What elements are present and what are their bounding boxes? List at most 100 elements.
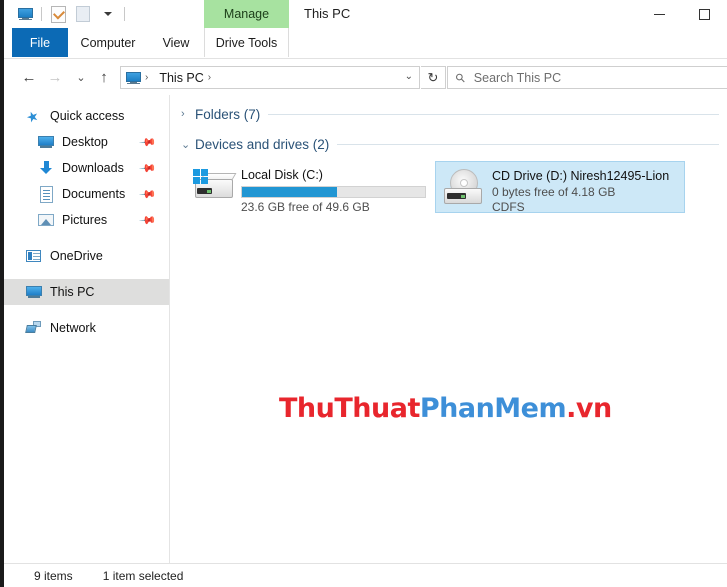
drive-tile-cd-drive-d[interactable]: CD Drive (D:) Niresh12495-Lion 0 bytes f… [435, 161, 685, 214]
window-controls [637, 0, 727, 28]
tab-drive-tools[interactable]: Drive Tools [204, 28, 289, 57]
sidebar-item-network[interactable]: Network [4, 315, 169, 341]
search-input-placeholder[interactable]: Search This PC [474, 71, 561, 85]
back-button[interactable]: ← [18, 66, 40, 88]
contextual-tab-header-label: Manage [223, 7, 270, 21]
onedrive-icon [26, 248, 42, 264]
drives-tile-list: Local Disk (C:) 23.6 GB free of 49.6 GB [171, 161, 727, 214]
quick-access-toolbar [14, 4, 127, 24]
qat-separator-2 [124, 7, 125, 21]
qat-properties-icon[interactable] [47, 4, 69, 24]
this-pc-icon [126, 70, 141, 85]
recent-locations-button[interactable]: ⌄ [70, 66, 92, 88]
this-pc-icon [26, 284, 42, 300]
title-bar: Manage This PC [4, 0, 727, 28]
sidebar-item-desktop[interactable]: Desktop 📌 [4, 129, 169, 155]
capacity-bar [241, 186, 426, 198]
status-bar: 9 items 1 item selected [4, 563, 727, 587]
tab-view-label: View [162, 35, 190, 50]
back-arrow-icon: ← [21, 68, 37, 86]
drive-info: Local Disk (C:) 23.6 GB free of 49.6 GB [241, 165, 426, 214]
sidebar-item-onedrive[interactable]: OneDrive [4, 243, 169, 269]
group-header-devices-and-drives[interactable]: ⌄ Devices and drives (2) [171, 133, 727, 155]
sidebar-item-label: Quick access [50, 109, 125, 123]
content-pane: › Folders (7) ⌄ Devices and drives (2) L… [171, 95, 727, 565]
monitor-icon [17, 7, 33, 21]
status-selection: 1 item selected [102, 568, 184, 583]
sidebar-item-this-pc[interactable]: This PC [4, 279, 169, 305]
tab-file[interactable]: File [12, 28, 68, 57]
navigation-pane: ★ Quick access Desktop 📌 Downloads 📌 Doc… [4, 95, 170, 565]
properties-icon [50, 5, 66, 23]
status-item-count: 9 items [34, 568, 73, 583]
cd-drive-icon [440, 166, 486, 210]
tab-computer[interactable]: Computer [68, 28, 148, 57]
sidebar-item-quick-access[interactable]: ★ Quick access [4, 103, 169, 129]
downloads-icon [38, 160, 54, 176]
search-box[interactable]: ⚲ Search This PC [447, 66, 727, 89]
group-title-devices-and-drives: Devices and drives (2) [195, 136, 330, 152]
desktop-icon [38, 134, 54, 150]
minimize-button[interactable] [637, 0, 682, 28]
watermark-part-3: .vn [566, 393, 612, 424]
group-header-folders[interactable]: › Folders (7) [171, 103, 727, 125]
group-rule [268, 113, 719, 115]
tab-file-label: File [29, 35, 51, 50]
breadcrumb-item-this-pc[interactable]: This PC [159, 71, 203, 85]
sidebar-item-label: Downloads [62, 161, 124, 175]
sidebar-item-label: Network [50, 321, 96, 335]
group-title-folders: Folders (7) [195, 106, 261, 122]
pin-icon[interactable]: 📌 [139, 133, 158, 152]
capacity-bar-fill [242, 187, 338, 197]
breadcrumb-separator-0: › [145, 72, 149, 83]
address-bar-row: ← → ⌄ ↑ › This PC › ⌄ ↻ ⚲ Search This PC [4, 59, 727, 95]
drive-info: CD Drive (D:) Niresh12495-Lion 0 bytes f… [492, 166, 669, 214]
maximize-button[interactable] [682, 0, 727, 28]
drive-tile-local-disk-c[interactable]: Local Disk (C:) 23.6 GB free of 49.6 GB [185, 161, 435, 214]
chevron-down-icon [104, 12, 112, 16]
tab-drive-tools-label: Drive Tools [215, 35, 278, 50]
network-icon [25, 320, 42, 336]
window-title: This PC [304, 6, 351, 21]
group-rule [337, 143, 719, 145]
qat-new-folder-icon[interactable] [72, 4, 94, 24]
qat-this-pc-icon[interactable] [14, 4, 36, 24]
watermark-part-2: PhanMem [419, 393, 567, 424]
breadcrumb-dropdown-icon[interactable]: ⌄ [405, 71, 413, 82]
up-button[interactable]: ↑ [93, 66, 115, 88]
contextual-tab-header-manage: Manage [204, 0, 289, 28]
sidebar-item-downloads[interactable]: Downloads 📌 [4, 155, 169, 181]
drive-capacity-text: 23.6 GB free of 49.6 GB [241, 200, 370, 214]
drive-capacity-text: 0 bytes free of 4.18 GB [492, 185, 616, 199]
pin-star-icon: ★ [23, 106, 42, 127]
maximize-icon [699, 8, 710, 20]
breadcrumb[interactable]: › This PC › ⌄ [120, 66, 420, 89]
ribbon-tab-bar: File Computer View Drive Tools [4, 28, 727, 59]
refresh-button[interactable]: ↻ [421, 66, 446, 89]
new-folder-icon [76, 6, 90, 22]
chevron-down-icon: ⌄ [76, 71, 86, 84]
watermark: ThuThuatPhanMem.vn [279, 393, 612, 424]
sidebar-item-label: OneDrive [50, 249, 103, 263]
drive-name: CD Drive (D:) Niresh12495-Lion [492, 169, 670, 183]
qat-customize-dropdown[interactable] [97, 4, 119, 24]
breadcrumb-separator-1: › [207, 72, 212, 83]
tab-computer-label: Computer [80, 35, 136, 50]
search-icon: ⚲ [452, 69, 469, 86]
sidebar-item-documents[interactable]: Documents 📌 [4, 181, 169, 207]
pin-icon[interactable]: 📌 [139, 159, 158, 178]
forward-button[interactable]: → [44, 66, 66, 88]
sidebar-item-pictures[interactable]: Pictures 📌 [4, 207, 169, 233]
sidebar-item-label: Documents [62, 187, 126, 201]
file-explorer-window: Manage This PC File Computer View Drive … [0, 0, 727, 587]
forward-arrow-icon: → [47, 68, 63, 86]
up-arrow-icon: ↑ [100, 68, 108, 86]
pin-icon[interactable]: 📌 [139, 185, 158, 204]
documents-icon [38, 186, 54, 203]
chevron-down-icon: ⌄ [181, 138, 191, 151]
tab-view[interactable]: View [148, 28, 204, 57]
pin-icon[interactable]: 📌 [139, 211, 158, 230]
